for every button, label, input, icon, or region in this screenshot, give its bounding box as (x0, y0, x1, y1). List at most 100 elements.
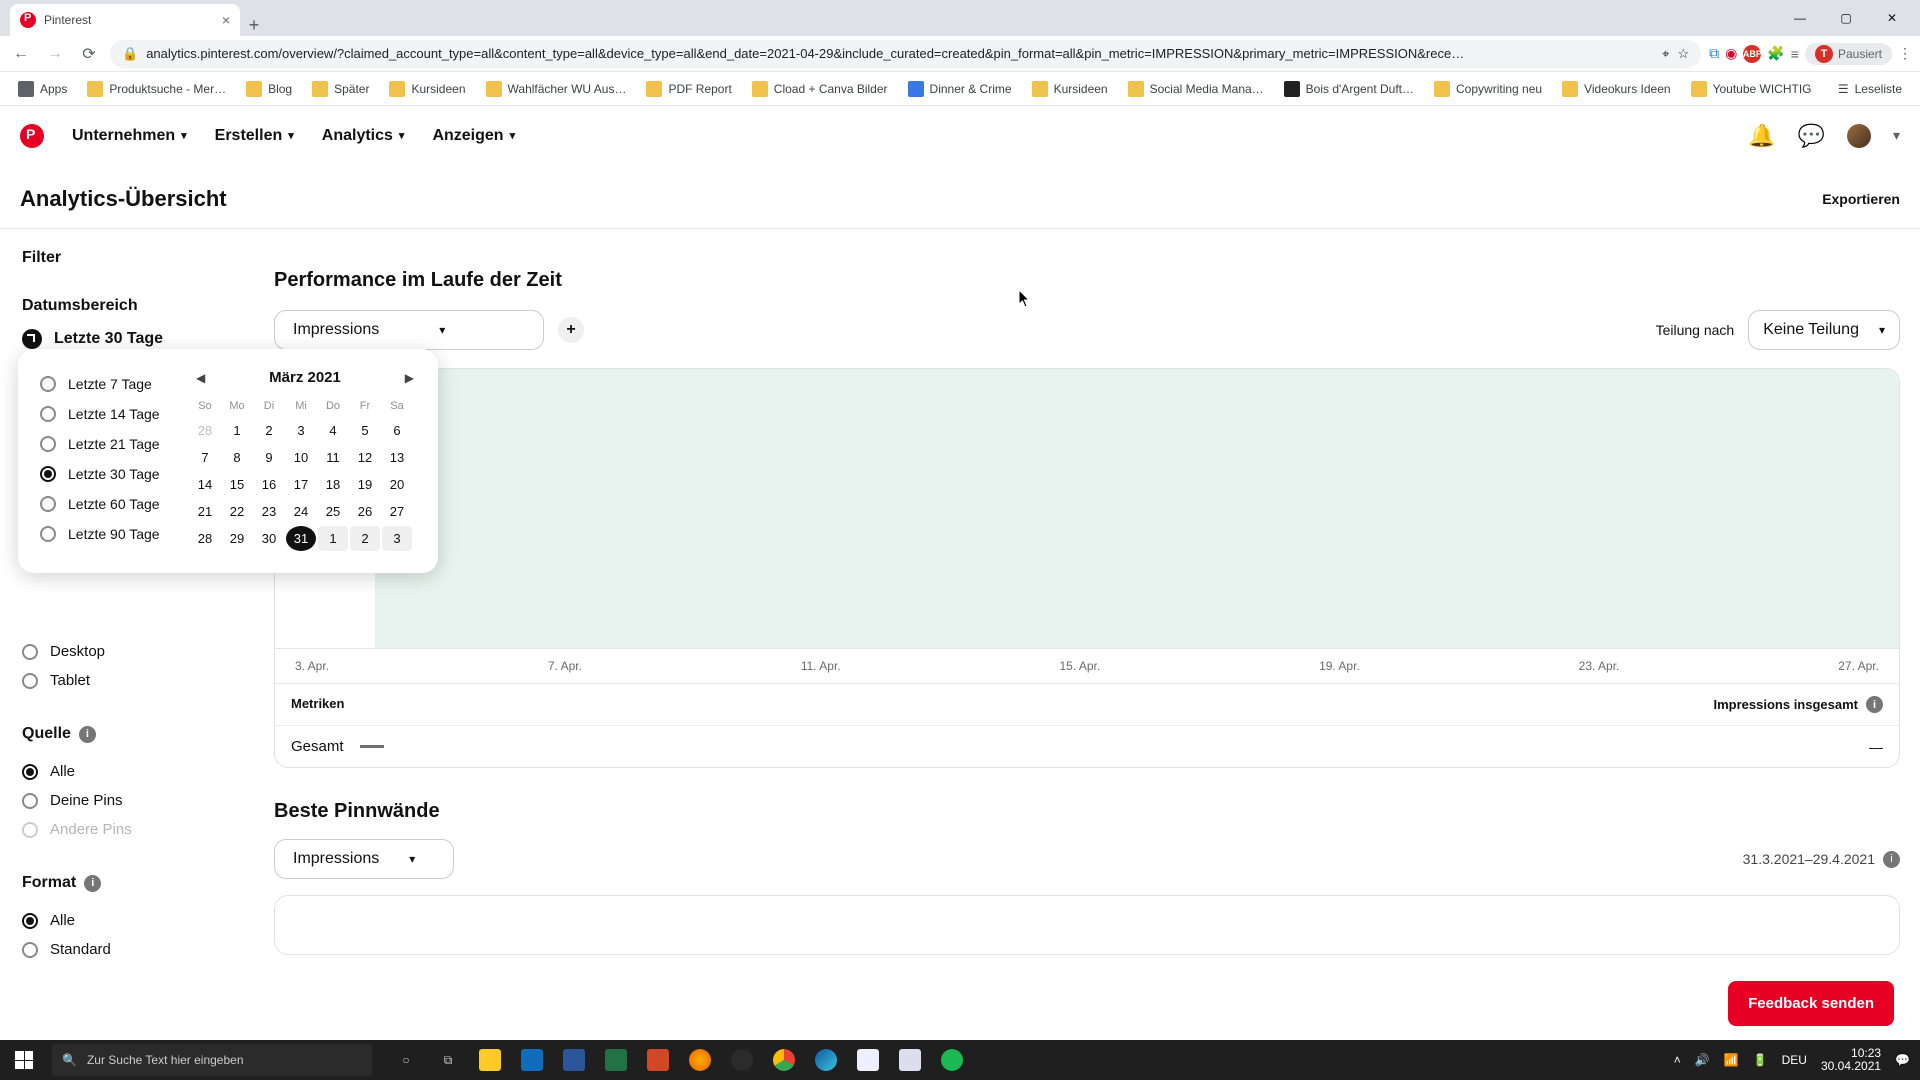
bookmark-item[interactable]: Produktsuche - Mer… (79, 81, 234, 97)
reader-icon[interactable]: ⧉ (1709, 45, 1719, 62)
bookmark-star-icon[interactable]: ☆ (1677, 46, 1689, 62)
pinterest-ext-icon[interactable]: ◉ (1725, 45, 1737, 62)
window-close-button[interactable]: ✕ (1870, 4, 1914, 32)
translate-icon[interactable]: ⌖ (1662, 46, 1669, 62)
info-icon[interactable]: i (1883, 851, 1900, 868)
calendar-day[interactable]: 20 (382, 472, 412, 497)
calendar-day[interactable]: 28 (190, 418, 220, 443)
date-range-option[interactable]: Letzte 30 Tage (40, 459, 190, 489)
calendar-day[interactable]: 21 (190, 499, 220, 524)
chrome-menu-icon[interactable]: ⋮ (1898, 45, 1912, 62)
calendar-day[interactable]: 11 (318, 445, 348, 470)
bookmark-item[interactable]: Cload + Canva Bilder (744, 81, 896, 97)
metric-dropdown[interactable]: Impressions▾ (274, 310, 544, 350)
address-bar[interactable]: 🔒 analytics.pinterest.com/overview/?clai… (110, 40, 1701, 68)
profile-paused-chip[interactable]: T Pausiert (1805, 43, 1892, 65)
account-chevron-icon[interactable]: ▾ (1893, 127, 1900, 144)
task-mail-icon[interactable] (512, 1040, 552, 1080)
export-button[interactable]: Exportieren (1822, 191, 1900, 207)
bookmark-item[interactable]: Bois d'Argent Duft… (1276, 81, 1422, 97)
task-obs-icon[interactable] (722, 1040, 762, 1080)
source-option[interactable]: Deine Pins (22, 786, 252, 815)
task-powerpoint-icon[interactable] (638, 1040, 678, 1080)
task-explorer-icon[interactable] (470, 1040, 510, 1080)
nav-erstellen[interactable]: Erstellen▾ (215, 127, 294, 145)
date-range-trigger[interactable]: Letzte 30 Tage (22, 329, 252, 349)
task-edge-icon[interactable] (806, 1040, 846, 1080)
feedback-button[interactable]: Feedback senden (1728, 981, 1894, 1026)
tray-clock[interactable]: 10:23 30.04.2021 (1821, 1047, 1881, 1073)
bookmark-item[interactable]: Kursideen (1024, 81, 1116, 97)
calendar-day[interactable]: 5 (350, 418, 380, 443)
nav-anzeigen[interactable]: Anzeigen▾ (432, 127, 515, 145)
calendar-day[interactable]: 18 (318, 472, 348, 497)
info-icon[interactable]: i (1866, 696, 1883, 713)
calendar-day[interactable]: 9 (254, 445, 284, 470)
bookmark-item[interactable]: Wahlfächer WU Aus… (478, 81, 635, 97)
notes-ext-icon[interactable]: ≡ (1791, 46, 1799, 62)
calendar-day[interactable]: 25 (318, 499, 348, 524)
task-chrome-icon[interactable] (764, 1040, 804, 1080)
calendar-prev-icon[interactable]: ◀ (196, 371, 205, 385)
format-option[interactable]: Standard (22, 935, 252, 964)
calendar-day[interactable]: 8 (222, 445, 252, 470)
tray-battery-icon[interactable]: 🔋 (1753, 1053, 1768, 1067)
calendar-day[interactable]: 22 (222, 499, 252, 524)
taskbar-search[interactable]: 🔍 Zur Suche Text hier eingeben (52, 1044, 372, 1076)
tray-notifications-icon[interactable]: 💬 (1895, 1053, 1910, 1067)
chat-icon[interactable]: 💬 (1798, 123, 1825, 149)
reload-button[interactable]: ⟳ (76, 44, 102, 64)
source-option[interactable]: Alle (22, 757, 252, 786)
date-range-option[interactable]: Letzte 21 Tage (40, 429, 190, 459)
task-firefox-icon[interactable] (680, 1040, 720, 1080)
calendar-day[interactable]: 14 (190, 472, 220, 497)
calendar-day[interactable]: 1 (318, 526, 348, 551)
close-tab-icon[interactable]: × (222, 12, 230, 28)
bookmark-item[interactable]: Blog (238, 81, 300, 97)
calendar-day[interactable]: 30 (254, 526, 284, 551)
start-button[interactable] (0, 1040, 48, 1080)
date-range-option[interactable]: Letzte 90 Tage (40, 519, 190, 549)
bell-icon[interactable]: 🔔 (1748, 123, 1775, 149)
calendar-day[interactable]: 26 (350, 499, 380, 524)
task-view-icon[interactable]: ⧉ (428, 1040, 468, 1080)
adblock-ext-icon[interactable]: ABP (1743, 45, 1761, 63)
avatar[interactable] (1847, 124, 1871, 148)
device-option-tablet[interactable]: Tablet (22, 666, 252, 695)
bookmark-item[interactable]: Kursideen (381, 81, 473, 97)
add-metric-button[interactable]: + (558, 317, 584, 343)
best-metric-dropdown[interactable]: Impressions▾ (274, 839, 454, 879)
bookmark-item[interactable]: Social Media Mana… (1120, 81, 1272, 97)
tray-chevron-icon[interactable]: ˄ (1674, 1053, 1681, 1067)
calendar-day[interactable]: 4 (318, 418, 348, 443)
calendar-day[interactable]: 12 (350, 445, 380, 470)
calendar-day[interactable]: 2 (254, 418, 284, 443)
calendar-day[interactable]: 27 (382, 499, 412, 524)
calendar-day[interactable]: 24 (286, 499, 316, 524)
info-icon[interactable]: i (79, 726, 96, 743)
task-app-icon[interactable] (890, 1040, 930, 1080)
task-excel-icon[interactable] (596, 1040, 636, 1080)
date-range-option[interactable]: Letzte 60 Tage (40, 489, 190, 519)
task-cortana-icon[interactable]: ○ (386, 1040, 426, 1080)
nav-unternehmen[interactable]: Unternehmen▾ (72, 127, 187, 145)
format-option[interactable]: Alle (22, 906, 252, 935)
calendar-next-icon[interactable]: ▶ (405, 371, 414, 385)
tray-volume-icon[interactable]: 🔊 (1695, 1053, 1710, 1067)
calendar-day[interactable]: 7 (190, 445, 220, 470)
calendar-day[interactable]: 16 (254, 472, 284, 497)
back-button[interactable]: ← (8, 45, 34, 63)
calendar-day[interactable]: 17 (286, 472, 316, 497)
task-notepad-icon[interactable] (848, 1040, 888, 1080)
task-spotify-icon[interactable] (932, 1040, 972, 1080)
forward-button[interactable]: → (42, 45, 68, 63)
calendar-day[interactable]: 31 (286, 526, 316, 551)
bookmark-item[interactable]: PDF Report (638, 81, 739, 97)
reading-list-button[interactable]: ☰Leseliste (1830, 82, 1910, 96)
calendar-day[interactable]: 3 (382, 526, 412, 551)
bookmark-item[interactable]: Später (304, 81, 377, 97)
bookmark-item[interactable]: Dinner & Crime (900, 81, 1020, 97)
calendar-day[interactable]: 15 (222, 472, 252, 497)
tray-wifi-icon[interactable]: 📶 (1724, 1053, 1739, 1067)
pinterest-logo-icon[interactable] (20, 124, 44, 148)
